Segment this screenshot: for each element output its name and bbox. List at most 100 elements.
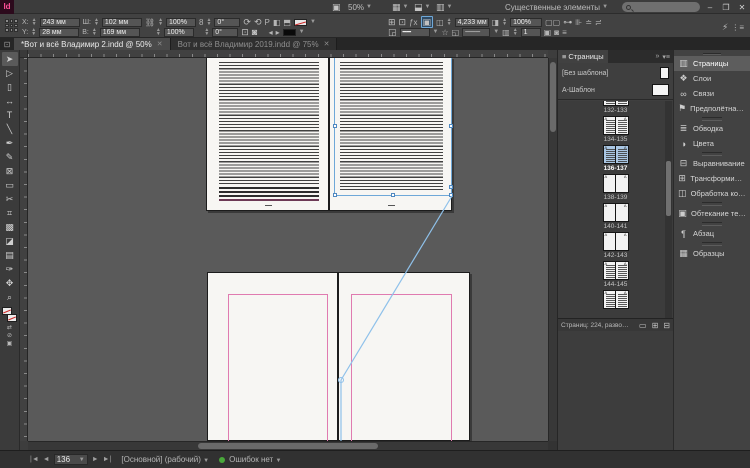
- screen-mode-dropdown[interactable]: ⬓▼: [414, 0, 430, 14]
- panel-menu-icon[interactable]: ⋮≡: [731, 23, 744, 32]
- tool-pen[interactable]: ✒: [2, 136, 18, 150]
- dock-item-text-wrap[interactable]: ▣ Обтекание текстом: [674, 206, 750, 221]
- spread-thumbnail[interactable]: [603, 261, 629, 280]
- spread-item[interactable]: 136-137: [558, 143, 673, 172]
- document-tab-doc2[interactable]: Вот и всё Владимир 2019.indd @ 75% ✕: [171, 38, 338, 50]
- x-field[interactable]: 243 мм: [40, 18, 80, 27]
- page-139[interactable]: [338, 272, 470, 441]
- view-options-dropdown[interactable]: ▦▼: [392, 0, 408, 14]
- tool-rectangle-frame[interactable]: ⊠: [2, 164, 18, 178]
- opacity-field[interactable]: 100%: [510, 18, 542, 27]
- dock-item-links[interactable]: ∞ Связи: [674, 86, 750, 101]
- frame-handle[interactable]: [333, 124, 337, 128]
- page-number-dropdown[interactable]: 136 ▼: [54, 454, 88, 465]
- arrange-documents-dropdown[interactable]: ▥▼: [436, 0, 452, 14]
- ruler-origin[interactable]: [20, 50, 28, 58]
- spread-thumbnail[interactable]: [603, 145, 629, 164]
- swap-fill-stroke-icon[interactable]: ⇄: [2, 323, 18, 331]
- stepper-icon[interactable]: ▲▼: [204, 28, 209, 36]
- dock-item-align[interactable]: ⊟ Выравнивание: [674, 156, 750, 171]
- effects-icon[interactable]: ⊞: [388, 17, 396, 27]
- tool-rectangle[interactable]: ▭: [2, 178, 18, 192]
- spread-thumbnail[interactable]: [603, 290, 629, 309]
- align-left-icon[interactable]: ⊪: [575, 18, 582, 27]
- stepper-icon[interactable]: ▲▼: [31, 28, 36, 36]
- flip-vertical-icon[interactable]: ⬒: [283, 18, 291, 27]
- next-page-button[interactable]: ►: [92, 456, 99, 463]
- y-field[interactable]: 28 мм: [39, 28, 79, 37]
- spread-thumbnail[interactable]: [603, 203, 629, 222]
- stroke-none-swatch[interactable]: [7, 314, 17, 322]
- dock-item-paragraph[interactable]: ¶ Абзац: [674, 226, 750, 241]
- wrap-none-icon[interactable]: ▢▢: [545, 18, 560, 27]
- dock-item-pages[interactable]: ▥ Страницы: [674, 56, 750, 71]
- new-page-button[interactable]: ⊞: [652, 321, 659, 330]
- frame-handle[interactable]: [449, 193, 453, 197]
- dock-item-layers[interactable]: ❖ Слои: [674, 71, 750, 86]
- bridge-button[interactable]: ▣: [332, 0, 341, 14]
- stepper-icon[interactable]: ▲▼: [447, 18, 452, 26]
- previous-page-button[interactable]: ◄: [43, 456, 50, 463]
- preview-icon[interactable]: ☆: [441, 28, 448, 37]
- stroke-style-dropdown[interactable]: ───: [462, 28, 490, 37]
- stepper-icon[interactable]: ▲▼: [94, 18, 99, 26]
- stroke-weight-dropdown[interactable]: ━━: [400, 28, 430, 37]
- frame-handle[interactable]: [391, 193, 395, 197]
- last-page-button[interactable]: ►|: [103, 456, 112, 463]
- horizontal-scrollbar-thumb[interactable]: [198, 443, 378, 449]
- page-138[interactable]: [207, 272, 338, 441]
- spread-thumbnail[interactable]: [603, 174, 629, 193]
- align-center-icon[interactable]: ≐: [585, 18, 592, 27]
- stepper-icon[interactable]: ▲▼: [32, 18, 37, 26]
- dock-item-pathfinder[interactable]: ◫ Обработка контуров: [674, 186, 750, 201]
- tool-gap[interactable]: ↔: [2, 94, 18, 108]
- tool-pencil[interactable]: ✎: [2, 150, 18, 164]
- stepper-icon[interactable]: ▲▼: [502, 18, 507, 26]
- tool-selection[interactable]: ➤: [2, 52, 18, 66]
- edit-page-size-button[interactable]: ▭: [639, 321, 647, 330]
- tool-eyedropper[interactable]: ✑: [2, 262, 18, 276]
- stepper-icon[interactable]: ▲▼: [92, 28, 97, 36]
- corner-options-icon[interactable]: ⊡: [399, 17, 407, 27]
- stepper-icon[interactable]: ▲▼: [206, 18, 211, 26]
- tool-type[interactable]: T: [2, 108, 18, 122]
- frame-handle[interactable]: [333, 193, 337, 197]
- minimize-button[interactable]: –: [702, 0, 718, 14]
- master-a[interactable]: А-Шаблон: [562, 82, 669, 98]
- stroke-swatch[interactable]: [283, 29, 296, 36]
- close-icon[interactable]: ✕: [157, 40, 163, 48]
- float-window-icon[interactable]: ⊡: [0, 38, 14, 50]
- document-canvas[interactable]: [28, 58, 548, 441]
- tool-line[interactable]: ╲: [2, 122, 18, 136]
- dock-item-stroke[interactable]: ≣ Обводка: [674, 121, 750, 136]
- gutter-field[interactable]: 4,233 мм: [455, 18, 489, 27]
- tool-gradient-feather[interactable]: ◪: [2, 234, 18, 248]
- selected-text-frame[interactable]: [334, 58, 452, 196]
- preflight-profile-dropdown[interactable]: [Основной] (рабочий) ▼: [121, 455, 209, 464]
- master-none[interactable]: [Без шаблона]: [562, 65, 669, 81]
- spread-thumbnail[interactable]: [603, 101, 629, 106]
- page-136-text[interactable]: [219, 62, 319, 184]
- quick-apply-icon[interactable]: ⚡: [722, 22, 728, 32]
- scale-y-field[interactable]: 100%: [164, 28, 194, 37]
- drop-shadow-icon[interactable]: ◱: [452, 28, 460, 37]
- rotate-ccw-icon[interactable]: ⟲: [254, 17, 262, 27]
- pages-scrollbar-thumb[interactable]: [666, 161, 671, 216]
- fill-none-swatch[interactable]: [2, 307, 12, 315]
- tool-hand[interactable]: ✥: [2, 276, 18, 290]
- vertical-ruler[interactable]: [20, 58, 28, 441]
- rotation-field[interactable]: 0°: [214, 18, 240, 27]
- dock-item-preflight[interactable]: ⚑ Предполётная провер...: [674, 101, 750, 116]
- tool-gradient[interactable]: ▩: [2, 220, 18, 234]
- tab-pages[interactable]: ≡ Страницы: [558, 50, 608, 63]
- panel-menu-icon[interactable]: ▾≡: [662, 53, 670, 61]
- spread-item[interactable]: 144-145: [558, 259, 673, 288]
- constrain-proportions-icon[interactable]: ⛓: [145, 18, 155, 27]
- tool-direct-selection[interactable]: ▷: [2, 66, 18, 80]
- delete-page-button[interactable]: ⊟: [663, 321, 670, 330]
- flip-horizontal-icon[interactable]: ◧: [273, 18, 281, 27]
- fill-swatch[interactable]: [294, 19, 307, 26]
- dock-item-swatches[interactable]: ▦ Образцы: [674, 246, 750, 261]
- vertical-scrollbar[interactable]: [548, 58, 557, 441]
- stepper-icon[interactable]: ▲▼: [158, 18, 163, 26]
